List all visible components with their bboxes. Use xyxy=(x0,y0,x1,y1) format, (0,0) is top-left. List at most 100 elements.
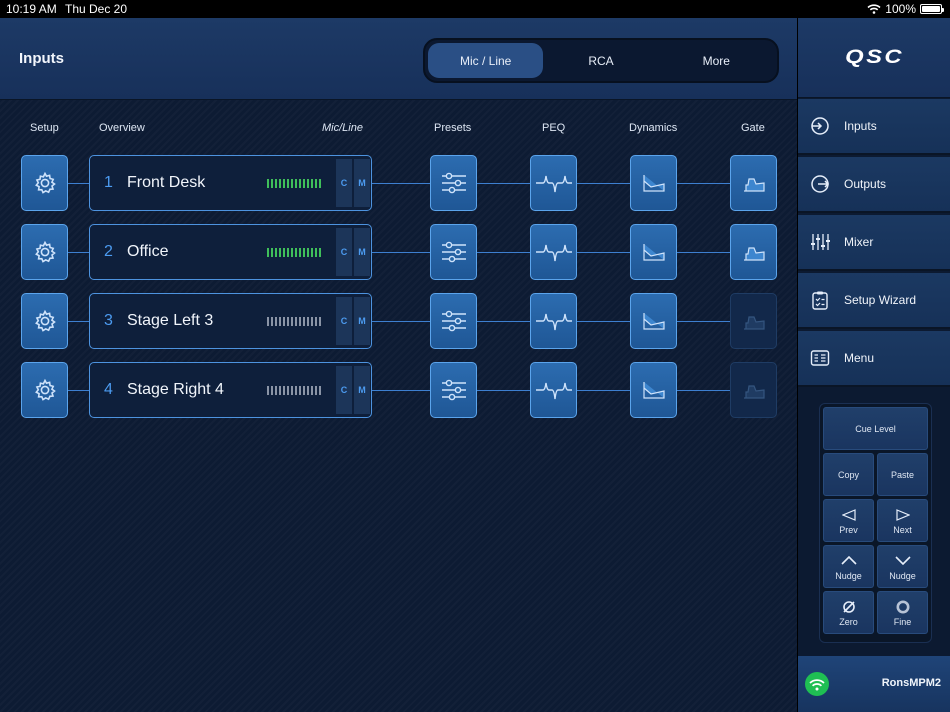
setup-button[interactable] xyxy=(21,362,68,418)
peq-button[interactable] xyxy=(530,362,577,418)
sidebar-item-label: Outputs xyxy=(844,177,887,191)
chevron-up-icon xyxy=(840,553,857,569)
presets-button[interactable] xyxy=(430,155,477,211)
sliders-icon xyxy=(440,309,468,333)
fine-button[interactable]: Fine xyxy=(877,591,928,634)
cue-button[interactable]: C xyxy=(336,297,352,345)
tab-more[interactable]: More xyxy=(659,43,774,78)
presets-button[interactable] xyxy=(430,362,477,418)
sidebar-item-setup-wizard[interactable]: Setup Wizard xyxy=(798,273,950,329)
sidebar-item-menu[interactable]: Menu xyxy=(798,331,950,387)
status-bar: 10:19 AM Thu Dec 20 100% xyxy=(0,0,950,18)
peq-button[interactable] xyxy=(530,155,577,211)
gate-button[interactable] xyxy=(730,362,777,418)
gate-button[interactable] xyxy=(730,293,777,349)
channel-number: 2 xyxy=(104,243,113,260)
dynamics-button[interactable] xyxy=(630,362,677,418)
tab-mic-line[interactable]: Mic / Line xyxy=(428,43,544,78)
sidebar-item-outputs[interactable]: Outputs xyxy=(798,157,950,213)
mute-button[interactable]: M xyxy=(354,297,370,345)
fine-ring-icon xyxy=(896,599,910,615)
eq-curve-icon xyxy=(535,241,573,263)
cue-button[interactable]: C xyxy=(336,228,352,276)
triangle-right-icon xyxy=(895,507,910,523)
peq-button[interactable] xyxy=(530,293,577,349)
mute-button[interactable]: M xyxy=(354,228,370,276)
eq-curve-icon xyxy=(535,172,573,194)
column-header-mic-line: Mic/Line xyxy=(322,122,363,134)
sliders-icon xyxy=(440,378,468,402)
column-header-presets: Presets xyxy=(434,122,472,134)
paste-button[interactable]: Paste xyxy=(877,453,928,496)
device-name: RonsMPM2 xyxy=(881,677,941,689)
channel-number: 1 xyxy=(104,174,113,191)
clipboard-icon xyxy=(810,290,830,310)
nudge-down-button[interactable]: Nudge xyxy=(877,545,928,588)
mute-button[interactable]: M xyxy=(354,366,370,414)
channel-row: 4 Stage Right 4 CM xyxy=(0,362,797,420)
zero-button[interactable]: Zero xyxy=(823,591,874,634)
prev-label: Prev xyxy=(839,524,858,535)
channel-number: 3 xyxy=(104,312,113,329)
cue-level-label: Cue Level xyxy=(855,423,896,434)
input-type-selector: Mic / Line RCA More xyxy=(423,38,779,83)
zero-slash-icon xyxy=(842,599,856,615)
sliders-icon xyxy=(440,240,468,264)
dynamics-button[interactable] xyxy=(630,155,677,211)
setup-button[interactable] xyxy=(21,155,68,211)
sliders-icon xyxy=(440,171,468,195)
cue-button[interactable]: C xyxy=(336,159,352,207)
chevron-down-icon xyxy=(894,553,911,569)
sidebar-item-inputs[interactable]: Inputs xyxy=(798,99,950,155)
column-header-setup: Setup xyxy=(30,122,59,134)
setup-button[interactable] xyxy=(21,293,68,349)
channel-strip[interactable]: 4 Stage Right 4 CM xyxy=(89,362,372,418)
gate-icon xyxy=(742,380,766,400)
dynamics-button[interactable] xyxy=(630,293,677,349)
zero-label: Zero xyxy=(839,616,858,627)
presets-button[interactable] xyxy=(430,224,477,280)
battery-icon xyxy=(920,4,944,14)
cue-button[interactable]: C xyxy=(336,366,352,414)
sidebar-item-label: Inputs xyxy=(844,119,877,133)
dynamics-button[interactable] xyxy=(630,224,677,280)
logo-area: QSC xyxy=(798,18,950,98)
sidebar-item-mixer[interactable]: Mixer xyxy=(798,215,950,271)
gate-button[interactable] xyxy=(730,155,777,211)
main-area: Inputs Mic / Line RCA More Setup Overvie… xyxy=(0,18,797,712)
nudge-up-label: Nudge xyxy=(835,570,862,581)
channel-name: Front Desk xyxy=(127,174,206,191)
prev-button[interactable]: Prev xyxy=(823,499,874,542)
device-status[interactable]: RonsMPM2 xyxy=(798,656,950,712)
nudge-up-button[interactable]: Nudge xyxy=(823,545,874,588)
column-header-gate: Gate xyxy=(741,122,765,134)
channel-number: 4 xyxy=(104,381,113,398)
mute-button[interactable]: M xyxy=(354,159,370,207)
gear-icon xyxy=(33,309,57,333)
battery-percent: 100% xyxy=(885,2,916,16)
eq-curve-icon xyxy=(535,310,573,332)
compressor-icon xyxy=(642,242,666,262)
column-header-peq: PEQ xyxy=(542,122,566,134)
setup-button[interactable] xyxy=(21,224,68,280)
copy-button[interactable]: Copy xyxy=(823,453,874,496)
channel-row: 2 Office C M xyxy=(0,224,797,282)
channel-strip[interactable]: 2 Office C M xyxy=(89,224,372,280)
side-panel: QSC Inputs Outputs Mixer Setup Wizard Me… xyxy=(797,18,950,712)
next-label: Next xyxy=(893,524,912,535)
channel-strip[interactable]: 3 Stage Left 3 CM xyxy=(89,293,372,349)
channel-strip[interactable]: 1 Front Desk C M xyxy=(89,155,372,211)
channel-row: 3 Stage Left 3 CM xyxy=(0,293,797,351)
tab-rca[interactable]: RCA xyxy=(543,43,658,78)
input-icon xyxy=(810,116,830,136)
presets-button[interactable] xyxy=(430,293,477,349)
level-meter xyxy=(267,317,321,326)
cue-level-button[interactable]: Cue Level xyxy=(823,407,928,450)
next-button[interactable]: Next xyxy=(877,499,928,542)
copy-label: Copy xyxy=(837,469,859,480)
peq-button[interactable] xyxy=(530,224,577,280)
nudge-down-label: Nudge xyxy=(889,570,916,581)
compressor-icon xyxy=(642,311,666,331)
gate-button[interactable] xyxy=(730,224,777,280)
page-title: Inputs xyxy=(19,50,64,67)
